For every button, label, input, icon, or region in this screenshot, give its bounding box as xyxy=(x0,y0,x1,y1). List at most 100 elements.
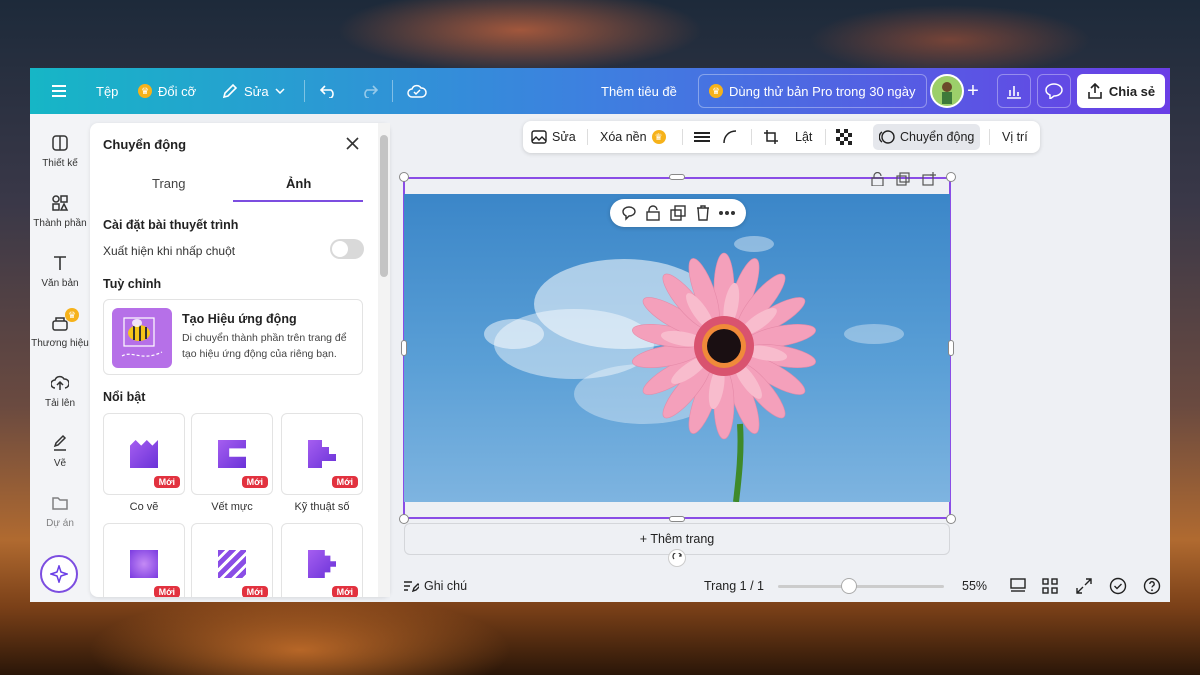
upload-icon xyxy=(51,375,69,390)
effect-tile[interactable]: Mới xyxy=(103,413,185,495)
tab-indicator xyxy=(233,200,363,202)
design-title-label: Thêm tiêu đề xyxy=(601,83,677,99)
new-badge: Mới xyxy=(241,586,268,597)
animate-panel: Chuyển động Trang Ảnh Cài đặt bài thuyết… xyxy=(90,123,390,597)
tab-page[interactable]: Trang xyxy=(152,176,185,191)
lock-icon[interactable] xyxy=(871,172,884,186)
zoom-slider-knob[interactable] xyxy=(841,578,858,594)
edit-menu[interactable]: Sửa xyxy=(222,68,285,114)
scrollbar-thumb[interactable] xyxy=(380,135,388,277)
click-appear-toggle[interactable] xyxy=(330,239,364,259)
new-badge: Mới xyxy=(241,476,268,488)
notes-label: Ghi chú xyxy=(424,579,468,593)
magic-button[interactable] xyxy=(40,555,78,593)
effect-preview xyxy=(218,440,246,468)
rail-item-draw[interactable]: Vẽ xyxy=(30,434,90,469)
menu-button[interactable] xyxy=(52,68,66,114)
close-icon xyxy=(346,137,359,150)
trash-icon[interactable] xyxy=(696,205,710,221)
file-menu[interactable]: Tệp xyxy=(96,68,118,114)
resize-handle[interactable] xyxy=(946,514,956,524)
grid-view-button[interactable] xyxy=(1042,576,1058,596)
fullscreen-button[interactable] xyxy=(1076,576,1092,596)
edit-label: Sửa xyxy=(244,83,269,99)
image-edit-icon xyxy=(531,130,547,144)
resize-handle[interactable] xyxy=(401,340,407,356)
click-appear-label: Xuất hiện khi nhấp chuột xyxy=(103,244,236,258)
new-badge: Mới xyxy=(153,586,180,597)
crop-button[interactable] xyxy=(763,121,779,153)
insights-button[interactable] xyxy=(997,74,1031,108)
close-button[interactable] xyxy=(346,137,359,155)
effect-tile[interactable]: Mới xyxy=(191,413,273,495)
draw-icon xyxy=(53,434,67,451)
rail-item-design[interactable]: Thiết kế xyxy=(30,134,90,169)
duplicate-icon[interactable] xyxy=(670,205,686,221)
border-style-button[interactable] xyxy=(694,121,710,153)
rail-item-text[interactable]: Văn bản xyxy=(30,254,90,289)
hamburger-icon xyxy=(52,85,66,97)
corner-rounding-button[interactable] xyxy=(723,121,737,153)
border-style-icon xyxy=(694,132,710,142)
edit-image-button[interactable]: Sửa xyxy=(531,121,576,153)
new-badge: Mới xyxy=(331,586,358,597)
lock-icon[interactable] xyxy=(646,205,661,221)
zoom-slider[interactable] xyxy=(778,578,944,594)
share-button[interactable]: Chia sẻ xyxy=(1077,74,1165,108)
resize-handle[interactable] xyxy=(946,172,956,182)
check-button[interactable] xyxy=(1109,576,1127,596)
effect-label: Co vẽ xyxy=(129,501,159,513)
design-title[interactable]: Thêm tiêu đề xyxy=(601,68,677,114)
rail-item-uploads[interactable]: Tải lên xyxy=(30,374,90,409)
notes-button[interactable]: Ghi chú xyxy=(403,576,467,596)
rail-item-projects[interactable]: Dự án xyxy=(30,494,90,529)
help-button[interactable] xyxy=(1143,576,1161,596)
animate-button[interactable]: Chuyển động xyxy=(873,124,981,150)
redo-icon xyxy=(364,85,378,98)
remove-bg-button[interactable]: Xóa nền ♛ xyxy=(600,121,666,153)
share-label: Chia sẻ xyxy=(1108,83,1156,99)
rail-item-elements[interactable]: Thành phần xyxy=(30,194,90,229)
position-button[interactable]: Vị trí xyxy=(1002,121,1028,153)
resize-handle[interactable] xyxy=(669,516,685,522)
effect-tile[interactable]: Mới xyxy=(281,413,363,495)
panel-scrollbar[interactable] xyxy=(378,123,390,597)
add-page-icon[interactable] xyxy=(922,172,936,186)
rail-label: Dự án xyxy=(46,518,74,529)
cloud-save-button[interactable] xyxy=(407,68,427,114)
undo-button[interactable] xyxy=(320,68,338,114)
refresh-button[interactable] xyxy=(668,549,686,567)
rail-label: Thiết kế xyxy=(42,158,78,169)
editor-window: Tệp ♛ Đổi cỡ Sửa Thêm tiêu đề ♛ Dùng thử b… xyxy=(30,68,1170,602)
resize-handle[interactable] xyxy=(399,172,409,182)
create-animation-card[interactable]: Tạo Hiệu ứng động Di chuyển thành phần t… xyxy=(103,299,363,375)
rail-label: Thành phần xyxy=(33,218,87,229)
effect-tile[interactable]: Mới xyxy=(103,523,185,597)
rail-label: Văn bản xyxy=(41,278,79,289)
create-animation-title: Tạo Hiệu ứng động xyxy=(182,312,297,326)
rail-item-brand[interactable]: ♛ Thương hiệu xyxy=(30,308,90,349)
flower-image[interactable] xyxy=(404,194,950,502)
tab-image[interactable]: Ảnh xyxy=(286,176,311,191)
transparency-button[interactable] xyxy=(836,121,852,153)
comments-button[interactable] xyxy=(1037,74,1071,108)
effect-tile[interactable]: Mới xyxy=(191,523,273,597)
pro-trial-button[interactable]: ♛ Dùng thử bản Pro trong 30 ngày xyxy=(698,74,927,108)
more-icon[interactable] xyxy=(719,211,736,215)
effect-tile[interactable]: Mới xyxy=(281,523,363,597)
effect-preview xyxy=(218,550,246,578)
page-view-button[interactable] xyxy=(1010,576,1026,596)
add-collaborator-button[interactable]: + xyxy=(958,74,988,108)
duplicate-icon[interactable] xyxy=(896,172,910,186)
redo-button[interactable] xyxy=(360,68,378,114)
resize-handle[interactable] xyxy=(948,340,954,356)
zoom-level[interactable]: 55% xyxy=(962,576,987,596)
flip-button[interactable]: Lật xyxy=(795,121,812,153)
plus-icon: + xyxy=(967,79,979,102)
new-badge: Mới xyxy=(153,476,180,488)
comment-add-icon[interactable] xyxy=(621,205,637,221)
page-indicator[interactable]: Trang 1 / 1 xyxy=(704,576,764,596)
resize-handle[interactable] xyxy=(669,174,685,180)
resize-button[interactable]: ♛ Đổi cỡ xyxy=(138,68,196,114)
page-view-icon xyxy=(1010,578,1026,592)
